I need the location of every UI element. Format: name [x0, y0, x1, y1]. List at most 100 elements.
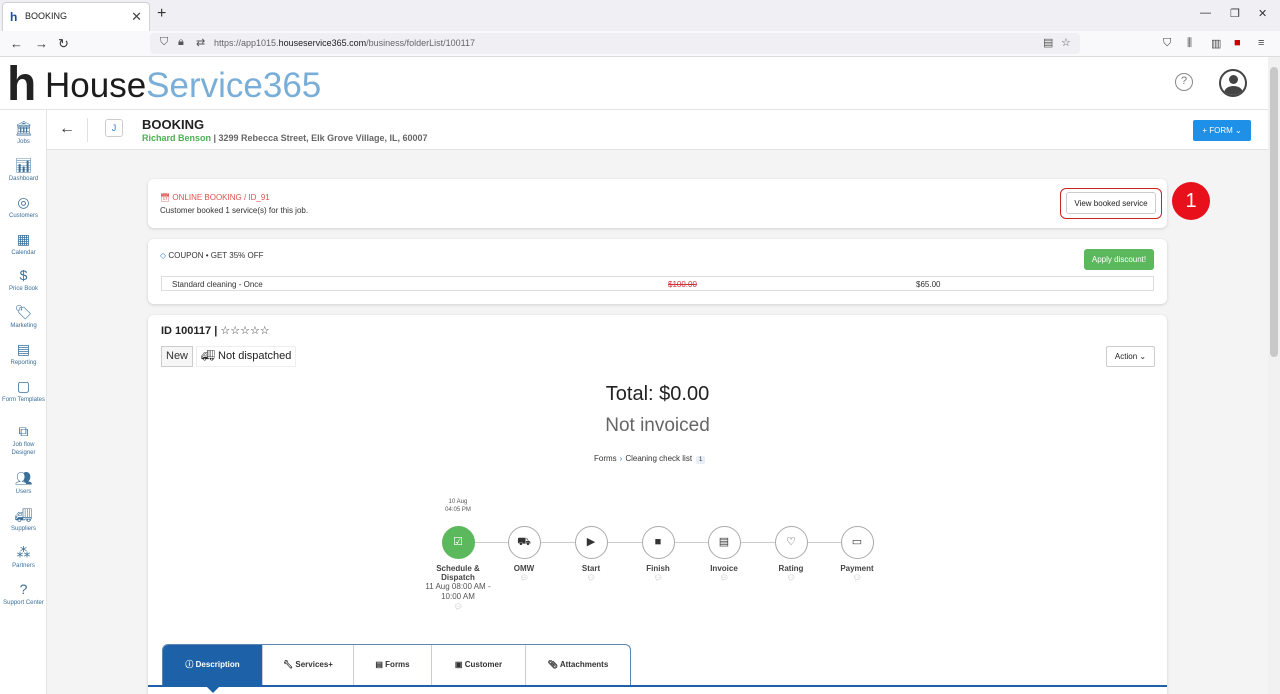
extension-icon[interactable]: ■	[1234, 37, 1241, 49]
stop-icon: ■	[641, 526, 675, 559]
add-form-button[interactable]: + FORM ⌄	[1193, 120, 1251, 141]
comment-icon: 💬︎	[719, 575, 729, 582]
customer-link[interactable]: Richard Benson	[142, 133, 211, 143]
tab-forms[interactable]: ▤ Forms	[354, 645, 432, 685]
step-schedule-dispatch[interactable]: ☑ Schedule & Dispatch 11 Aug 08:00 AM - …	[423, 526, 493, 611]
invoice-status: Not invoiced	[605, 415, 710, 436]
permissions-icon: ⇄	[196, 37, 206, 49]
form-templates-icon: ▢	[16, 378, 31, 394]
sidebar-toggle-icon[interactable]: ▥	[1211, 37, 1221, 50]
partners-icon: ⁂	[16, 544, 31, 560]
sidebar-item-jobs[interactable]: 🏛︎ Jobs	[0, 120, 47, 146]
page-scrollbar[interactable]	[1268, 57, 1280, 694]
menu-icon[interactable]: ≡	[1258, 37, 1264, 49]
job-total: Total: $0.00	[605, 383, 710, 405]
help-icon[interactable]: ?	[1175, 73, 1193, 91]
forward-icon[interactable]: →	[35, 36, 48, 51]
rating-stars[interactable]: ☆☆☆☆☆	[220, 325, 269, 337]
forms-breadcrumb: Forms › Cleaning check list 1	[594, 454, 706, 464]
page-titlebar: ← J BOOKING Richard Benson | 3299 Rebecc…	[47, 110, 1268, 150]
avatar[interactable]	[1219, 69, 1247, 97]
sidebar-item-users[interactable]: 👥︎ Users	[0, 470, 47, 496]
van-icon: ⛟	[507, 526, 541, 559]
old-price: $100.00	[668, 280, 697, 289]
bookmark-star-icon[interactable]: ☆	[1061, 36, 1071, 49]
comment-icon: 💬︎	[653, 575, 663, 582]
pocket-icon[interactable]: ⛉	[1163, 37, 1171, 50]
tab-services[interactable]: 🔧︎ Services+	[263, 645, 354, 685]
status-badge: New	[161, 346, 194, 367]
step-start[interactable]: ▶ Start 💬︎	[556, 526, 626, 582]
card-icon: ▭	[840, 526, 874, 559]
tab-description[interactable]: ⓘ Description	[163, 645, 263, 685]
sidebar-item-support-center[interactable]: ? Support Center	[0, 581, 47, 607]
service-name: Standard cleaning - Once	[172, 280, 263, 289]
sidebar-item-form-templates[interactable]: ▢ Form Templates	[0, 378, 47, 404]
chevron-right-icon: ›	[619, 454, 623, 463]
step-finish[interactable]: ■ Finish 💬︎	[623, 526, 693, 582]
marketing-icon: 🏷︎	[14, 304, 33, 320]
window-close-icon[interactable]: ✕	[1258, 7, 1267, 20]
support-icon: ?	[19, 581, 28, 597]
jobs-icon: 🏛︎	[14, 120, 33, 136]
coupon-service-row: Standard cleaning - Once $100.00 $65.00	[161, 276, 1154, 291]
sidebar: 🏛︎ Jobs 📊︎ Dashboard ◎ Customers ▦ Calendar …	[0, 110, 47, 694]
minimize-icon[interactable]: —	[1200, 7, 1211, 19]
coupon-label: ◇ COUPON • GET 35% OFF	[160, 251, 264, 260]
sidebar-item-price-book[interactable]: $ Price Book	[0, 267, 47, 293]
form-link[interactable]: Cleaning check list	[625, 454, 692, 463]
sidebar-item-partners[interactable]: ⁂ Partners	[0, 544, 47, 570]
sidebar-item-job-flow-designer[interactable]: ⧉ Job flow Designer	[0, 423, 47, 457]
back-arrow-icon[interactable]: ←	[59, 120, 75, 138]
play-icon: ▶	[574, 526, 608, 559]
truck-icon: 🚚︎	[201, 350, 215, 362]
step-payment[interactable]: ▭ Payment 💬︎	[822, 526, 892, 582]
sidebar-item-reporting[interactable]: ▤ Reporting	[0, 341, 47, 367]
dispatch-status: 🚚︎ Not dispatched	[196, 346, 297, 367]
heart-icon: ♡	[774, 526, 808, 559]
document-icon: ▤	[375, 660, 383, 669]
booking-description: Customer booked 1 service(s) for this jo…	[160, 206, 309, 215]
shield-icon: ⛉	[160, 36, 169, 48]
step-invoice[interactable]: ▤ Invoice 💬︎	[689, 526, 759, 582]
comment-icon: 💬︎	[852, 575, 862, 582]
tabs-underline	[148, 685, 1167, 687]
page-title: BOOKING	[142, 117, 205, 132]
close-tab-icon[interactable]: ✕	[131, 9, 142, 25]
browser-tab[interactable]: h BOOKING ✕	[2, 2, 150, 31]
divider	[87, 118, 88, 142]
tab-customer[interactable]: ▣ Customer	[432, 645, 526, 685]
view-booked-service-button[interactable]: View booked service	[1066, 192, 1156, 214]
users-icon: 👥︎	[14, 470, 33, 486]
job-card: ID 100117 | ☆☆☆☆☆ New 🚚︎ Not dispatched …	[148, 315, 1167, 694]
url-bar[interactable]: ⛉ 🔒︎ ⇄ https://app1015.houseservice365.c…	[150, 33, 1080, 54]
library-icon[interactable]: ⫼	[1187, 37, 1192, 50]
apply-discount-button[interactable]: Apply discount!	[1084, 249, 1154, 270]
restore-icon[interactable]: ❐	[1230, 7, 1240, 20]
info-icon: ⓘ	[185, 660, 194, 669]
sidebar-item-dashboard[interactable]: 📊︎ Dashboard	[0, 157, 47, 183]
reporting-icon: ▤	[16, 341, 31, 357]
new-tab-icon[interactable]: +	[157, 5, 166, 23]
lock-icon: 🔒︎	[178, 36, 184, 48]
tab-attachments[interactable]: 📎︎ Attachments	[526, 645, 630, 685]
reload-icon[interactable]: ↻	[58, 36, 69, 52]
sidebar-item-marketing[interactable]: 🏷︎ Marketing	[0, 304, 47, 330]
step-rating[interactable]: ♡ Rating 💬︎	[756, 526, 826, 582]
new-price: $65.00	[916, 280, 941, 289]
invoice-icon: ▤	[707, 526, 741, 559]
page-subtitle: Richard Benson | 3299 Rebecca Street, El…	[142, 133, 428, 143]
action-dropdown[interactable]: Action ⌄	[1106, 346, 1155, 367]
sidebar-item-customers[interactable]: ◎ Customers	[0, 194, 47, 220]
step-omw[interactable]: ⛟ OMW 💬︎	[489, 526, 559, 582]
dashboard-icon: 📊︎	[14, 157, 33, 173]
sidebar-item-calendar[interactable]: ▦ Calendar	[0, 231, 47, 257]
reader-view-icon[interactable]: ▤	[1043, 36, 1053, 49]
url-text: https://app1015.houseservice365.com/busi…	[214, 38, 476, 48]
form-count-badge: 1	[696, 456, 706, 464]
tag-icon: ◇	[160, 251, 167, 260]
step-marker-badge: 1	[1172, 182, 1210, 220]
comment-icon: 💬︎	[586, 575, 596, 582]
back-icon[interactable]: ←	[10, 36, 23, 51]
sidebar-item-suppliers[interactable]: 🚚︎ Suppliers	[0, 507, 47, 533]
